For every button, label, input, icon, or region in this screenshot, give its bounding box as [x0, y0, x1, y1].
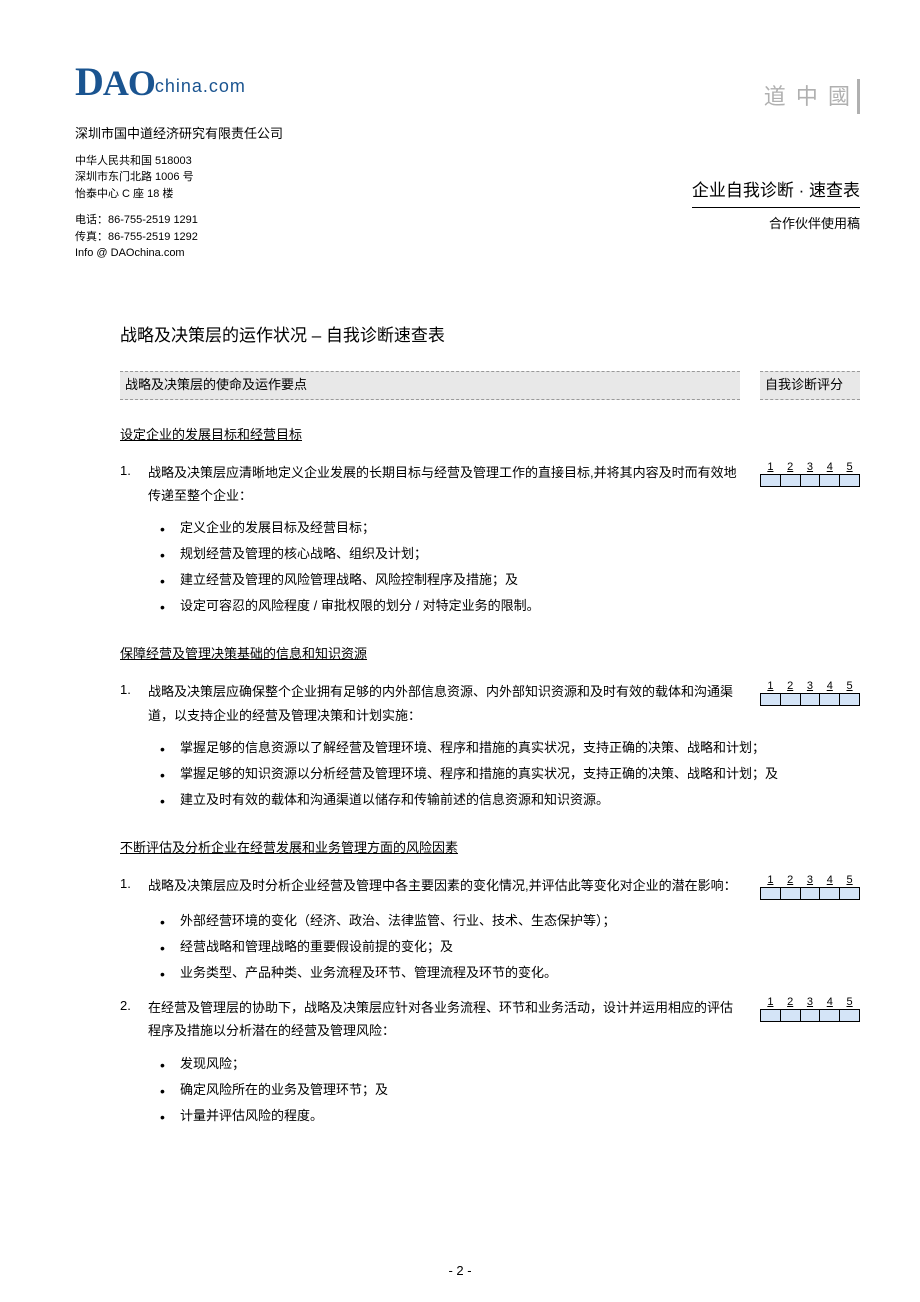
item-text: 战略及决策层应清晰地定义企业发展的长期目标与经营及管理工作的直接目标,并将其内容… [148, 461, 740, 508]
bullet-list: 定义企业的发展目标及经营目标； 规划经营及管理的核心战略、组织及计划； 建立经营… [160, 515, 860, 619]
subsection-title: 保障经营及管理决策基础的信息和知识资源 [120, 644, 860, 665]
heading-row: 战略及决策层的使命及运作要点 自我诊断评分 [120, 371, 860, 400]
score-box[interactable]: 12345 [760, 680, 860, 727]
bullet-item: 掌握足够的知识资源以分析经营及管理环境、程序和措施的真实状况，支持正确的决策、战… [160, 761, 860, 787]
item-number: 1. [120, 461, 148, 508]
bullet-item: 定义企业的发展目标及经营目标； [160, 515, 860, 541]
bullet-item: 业务类型、产品种类、业务流程及环节、管理流程及环节的变化。 [160, 960, 860, 986]
bullet-item: 设定可容忍的风险程度 / 审批权限的划分 / 对特定业务的限制。 [160, 593, 860, 619]
item-text: 在经营及管理层的协助下，战略及决策层应针对各业务流程、环节和业务活动，设计并运用… [148, 996, 740, 1043]
bullet-item: 经营战略和管理战略的重要假设前提的变化；及 [160, 934, 860, 960]
section-title: 战略及决策层的运作状况 – 自我诊断速查表 [120, 322, 860, 349]
bullet-item: 计量并评估风险的程度。 [160, 1103, 860, 1129]
heading-left: 战略及决策层的使命及运作要点 [120, 371, 740, 400]
question-item: 1. 战略及决策层应清晰地定义企业发展的长期目标与经营及管理工作的直接目标,并将… [120, 461, 860, 508]
document-title: 企业自我诊断 · 速查表 [692, 177, 860, 208]
score-box[interactable]: 12345 [760, 874, 860, 900]
document-title-block: 企业自我诊断 · 速查表 合作伙伴使用稿 [692, 177, 860, 235]
item-number: 1. [120, 874, 148, 900]
email: Info @ DAOchina.com [75, 245, 860, 262]
main-content: 战略及决策层的运作状况 – 自我诊断速查表 战略及决策层的使命及运作要点 自我诊… [120, 322, 860, 1129]
item-number: 2. [120, 996, 148, 1043]
question-item: 2. 在经营及管理层的协助下，战略及决策层应针对各业务流程、环节和业务活动，设计… [120, 996, 860, 1043]
bullet-item: 建立及时有效的载体和沟通渠道以储存和传输前述的信息资源和知识资源。 [160, 787, 860, 813]
item-text: 战略及决策层应及时分析企业经营及管理中各主要因素的变化情况,并评估此等变化对企业… [148, 874, 740, 900]
item-number: 1. [120, 680, 148, 727]
question-item: 1. 战略及决策层应确保整个企业拥有足够的内外部信息资源、内外部知识资源和及时有… [120, 680, 860, 727]
company-name: 深圳市国中道经济研究有限责任公司 [75, 124, 860, 145]
bullet-item: 规划经营及管理的核心战略、组织及计划； [160, 541, 860, 567]
document-subtitle: 合作伙伴使用稿 [692, 214, 860, 235]
page-number: - 2 - [0, 1261, 920, 1282]
page-header: DAOchina.com 道 中 國 [60, 50, 860, 114]
subsection-title: 设定企业的发展目标和经营目标 [120, 425, 860, 446]
score-box[interactable]: 12345 [760, 996, 860, 1043]
bullet-list: 发现风险； 确定风险所在的业务及管理环节；及 计量并评估风险的程度。 [160, 1051, 860, 1129]
address-line: 中华人民共和国 518003 [75, 153, 860, 170]
question-item: 1. 战略及决策层应及时分析企业经营及管理中各主要因素的变化情况,并评估此等变化… [120, 874, 860, 900]
brand-mark: 道 中 國 [764, 79, 860, 114]
logo: DAOchina.com [75, 50, 246, 114]
bullet-item: 发现风险； [160, 1051, 860, 1077]
bullet-item: 建立经营及管理的风险管理战略、风险控制程序及措施；及 [160, 567, 860, 593]
heading-right: 自我诊断评分 [760, 371, 860, 400]
bullet-list: 掌握足够的信息资源以了解经营及管理环境、程序和措施的真实状况，支持正确的决策、战… [160, 735, 860, 813]
logo-suffix: china.com [155, 72, 246, 101]
score-box[interactable]: 12345 [760, 461, 860, 508]
item-text: 战略及决策层应确保整个企业拥有足够的内外部信息资源、内外部知识资源和及时有效的载… [148, 680, 740, 727]
bullet-list: 外部经营环境的变化（经济、政治、法律监管、行业、技术、生态保护等）； 经营战略和… [160, 908, 860, 986]
bullet-item: 确定风险所在的业务及管理环节；及 [160, 1077, 860, 1103]
subsection-title: 不断评估及分析企业在经营发展和业务管理方面的风险因素 [120, 838, 860, 859]
bullet-item: 掌握足够的信息资源以了解经营及管理环境、程序和措施的真实状况，支持正确的决策、战… [160, 735, 860, 761]
bullet-item: 外部经营环境的变化（经济、政治、法律监管、行业、技术、生态保护等）； [160, 908, 860, 934]
